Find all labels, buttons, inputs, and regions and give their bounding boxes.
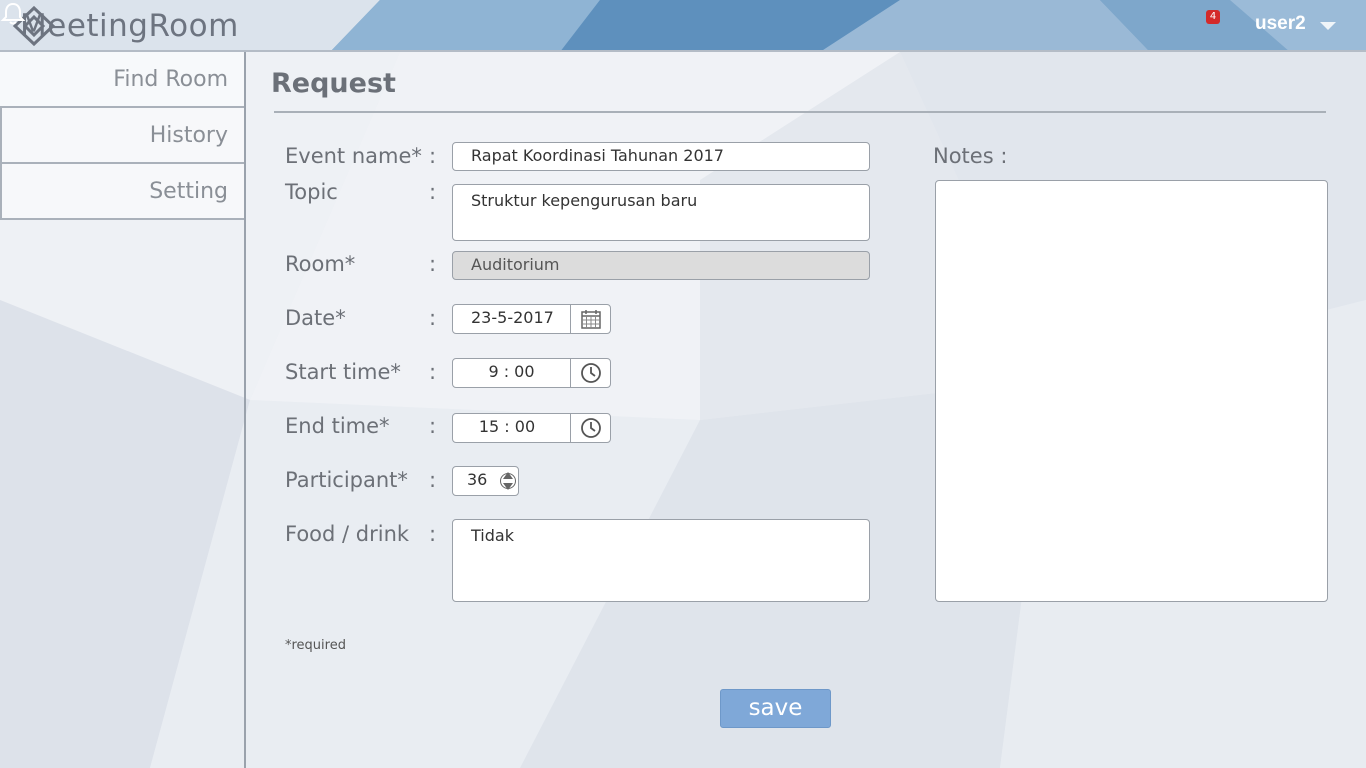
save-button[interactable]: save	[720, 689, 831, 728]
room-label: Room*	[285, 252, 356, 276]
colon: :	[429, 306, 437, 330]
sidebar-item-label: History	[149, 123, 228, 148]
participant-stepper[interactable]: 36	[452, 466, 519, 496]
required-note: *required	[285, 638, 346, 653]
page-title: Request	[271, 68, 396, 99]
bell-icon[interactable]	[0, 0, 26, 26]
main-content: Request Event name* : Rapat Koordinasi T…	[246, 52, 1366, 768]
start-time-label: Start time*	[285, 360, 401, 384]
end-time-label: End time*	[285, 414, 390, 438]
start-time-value: 9 : 00	[488, 362, 535, 381]
topic-label: Topic	[285, 180, 338, 204]
notification-badge: 4	[1206, 10, 1220, 24]
participant-value: 36	[467, 470, 488, 489]
clock-icon	[580, 363, 601, 383]
room-field: Auditorium	[452, 251, 870, 280]
event-name-input[interactable]: Rapat Koordinasi Tahunan 2017	[452, 142, 870, 171]
food-drink-label: Food / drink	[285, 522, 410, 546]
user-menu[interactable]: user2	[1255, 13, 1306, 35]
colon: :	[429, 180, 437, 204]
date-label: Date*	[285, 306, 346, 330]
stepper-buttons[interactable]	[500, 469, 516, 493]
chevron-down-icon[interactable]	[1320, 22, 1336, 30]
end-time-clock-button[interactable]	[570, 414, 610, 442]
sidebar-item-setting[interactable]: Setting	[0, 164, 244, 220]
sidebar: Find Room History Setting	[0, 52, 246, 768]
top-bar: MeetingRoom 4 user2	[0, 0, 1366, 52]
end-time-value: 15 : 00	[478, 417, 536, 436]
stepper-arrows-icon[interactable]	[500, 469, 516, 493]
sidebar-item-label: Setting	[149, 179, 228, 204]
start-time-clock-button[interactable]	[570, 359, 610, 387]
end-time-picker[interactable]: 15 : 00	[452, 413, 611, 443]
notes-label: Notes :	[933, 144, 1008, 168]
food-drink-textarea[interactable]: Tidak	[452, 519, 870, 602]
app-logo[interactable]: MeetingRoom	[12, 5, 239, 47]
date-picker[interactable]: 23-5-2017	[452, 304, 611, 334]
topic-textarea[interactable]: Struktur kepengurusan baru	[452, 184, 870, 241]
start-time-picker[interactable]: 9 : 00	[452, 358, 611, 388]
clock-icon	[580, 418, 601, 438]
colon: :	[429, 252, 437, 276]
colon: :	[429, 522, 437, 546]
colon: :	[429, 468, 437, 492]
colon: :	[429, 414, 437, 438]
colon: :	[429, 360, 437, 384]
calendar-icon	[580, 310, 601, 329]
event-name-label: Event name*	[285, 144, 422, 168]
date-value: 23-5-2017	[471, 308, 554, 327]
colon: :	[429, 144, 437, 168]
title-divider	[274, 111, 1326, 113]
notes-textarea[interactable]	[935, 180, 1328, 602]
sidebar-item-find-room[interactable]: Find Room	[0, 52, 244, 108]
calendar-button[interactable]	[570, 305, 610, 333]
sidebar-item-history[interactable]: History	[0, 108, 244, 164]
sidebar-item-label: Find Room	[113, 67, 228, 92]
participant-label: Participant*	[285, 468, 408, 492]
